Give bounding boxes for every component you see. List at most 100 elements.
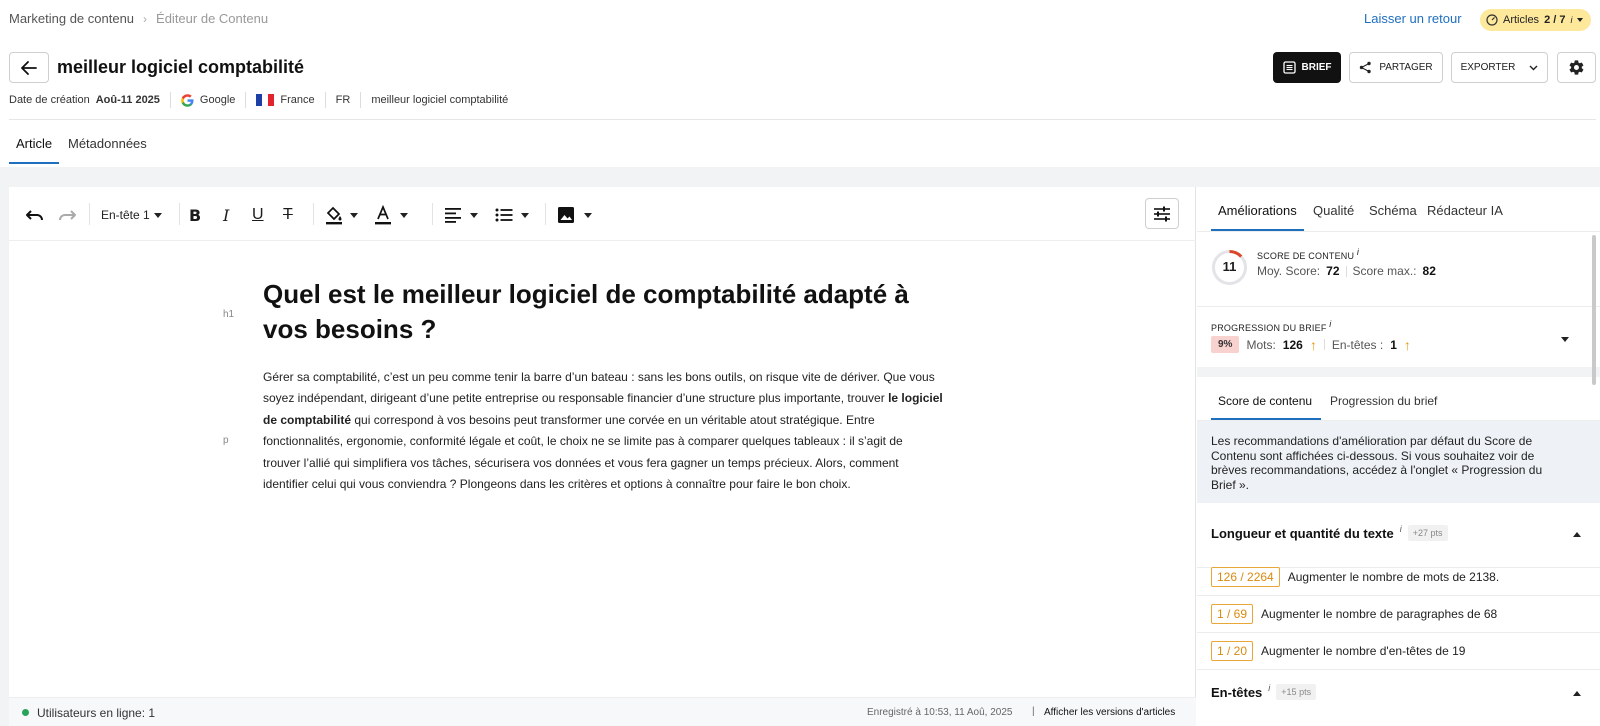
breadcrumb-editor: Éditeur de Contenu — [156, 11, 269, 26]
info-icon[interactable]: i — [1268, 683, 1270, 693]
header-divider — [9, 119, 1596, 120]
toolbar-divider — [313, 203, 314, 225]
article-paragraph[interactable]: Gérer sa comptabilité, c’est un peu comm… — [263, 367, 943, 495]
redo-icon — [59, 210, 76, 221]
strikethrough-icon: T — [283, 206, 293, 223]
country-label: France — [280, 94, 315, 106]
redo-button[interactable] — [57, 204, 77, 226]
bold-button[interactable]: B — [189, 204, 201, 226]
image-icon — [558, 207, 574, 223]
recommendation-text: Augmenter le nombre de mots de 2138. — [1287, 570, 1500, 584]
caret-down-icon — [584, 212, 592, 218]
tab-divider — [1197, 231, 1600, 232]
info-icon[interactable]: i — [1357, 247, 1359, 257]
panel-scrollbar[interactable] — [1592, 235, 1596, 385]
recommendation-text: Augmenter le nombre d'en-têtes de 19 — [1261, 644, 1466, 658]
brief-progress-title-text: PROGRESSION DU BRIEF — [1211, 323, 1327, 333]
settings-button[interactable] — [1557, 52, 1596, 83]
align-button[interactable] — [444, 204, 478, 226]
paragraph-text: qui correspond à vos besoins peut transf… — [263, 412, 903, 492]
max-score-label: Score max.: — [1352, 264, 1417, 278]
editor-settings-button[interactable] — [1145, 198, 1179, 229]
stat-divider — [1323, 339, 1325, 350]
brief-progress-stats: 9% Mots: 126 ↑ En-têtes : 1 ↑ — [1211, 336, 1411, 353]
brief-label: BRIEF — [1301, 62, 1332, 73]
score-stats: Moy. Score: 72 Score max.: 82 — [1257, 264, 1436, 278]
page-title: meilleur logiciel comptabilité — [57, 57, 305, 77]
recommendation-row: 126 / 2264 Augmenter le nombre de mots d… — [1197, 559, 1600, 596]
breadcrumb-marketing[interactable]: Marketing de contenu — [9, 11, 134, 26]
recommendation-badge: 126 / 2264 — [1211, 567, 1280, 587]
tab-article[interactable]: Article — [16, 136, 52, 151]
info-icon[interactable]: i — [1400, 524, 1402, 534]
caret-down-icon — [153, 212, 162, 218]
toolbar-divider — [545, 203, 546, 225]
avg-score-value: 72 — [1326, 264, 1340, 278]
status-separator: | — [1032, 706, 1035, 717]
length-section-header[interactable]: Longueur et quantité du texte i +27 pts — [1211, 524, 1448, 541]
tab-quality[interactable]: Qualité — [1313, 203, 1354, 218]
article-meta: Date de création Aoû-11 2025 Google Fran… — [9, 92, 518, 108]
brief-progress-badge: 9% — [1211, 336, 1240, 353]
heading-select-value: En-tête 1 — [101, 208, 150, 222]
brief-expand-caret-icon[interactable] — [1561, 337, 1569, 342]
strikethrough-button[interactable]: T — [283, 204, 293, 226]
bullet-list-icon — [495, 208, 513, 222]
headings-value: 1 — [1390, 337, 1397, 352]
text-color-button[interactable] — [373, 204, 408, 226]
articles-quota-badge[interactable]: Articles 2 / 7 i — [1480, 9, 1592, 31]
italic-button[interactable]: I — [223, 204, 229, 226]
workspace-background — [0, 167, 1600, 187]
collapse-caret-icon[interactable] — [1573, 691, 1581, 696]
tab-improvements[interactable]: Améliorations — [1218, 203, 1297, 218]
insert-image-button[interactable] — [557, 204, 592, 226]
heading-select[interactable]: En-tête 1 — [101, 204, 162, 226]
engine-label: Google — [199, 94, 236, 106]
online-users-label: Utilisateurs en ligne: 1 — [37, 706, 156, 720]
toolbar-divider — [432, 203, 433, 225]
recommendation-badge: 1 / 69 — [1211, 604, 1254, 624]
words-value: 126 — [1282, 337, 1303, 352]
recommendation-text: Augmenter le nombre de paragraphes de 68 — [1261, 607, 1498, 621]
back-button[interactable] — [9, 52, 49, 83]
feedback-link[interactable]: Laisser un retour — [1364, 11, 1462, 26]
subtab-content-score[interactable]: Score de contenu — [1218, 394, 1312, 408]
gear-icon — [1569, 60, 1584, 75]
arrow-left-icon — [21, 60, 37, 75]
points-badge: +27 pts — [1407, 525, 1448, 541]
recommendations-info-box: Les recommandations d'amélioration par d… — [1197, 421, 1600, 503]
subtab-brief-progress[interactable]: Progression du brief — [1330, 394, 1437, 408]
tab-schema[interactable]: Schéma — [1369, 203, 1417, 218]
export-label: EXPORTER — [1460, 62, 1516, 73]
tab-metadata[interactable]: Métadonnées — [68, 136, 147, 151]
info-icon: i — [1570, 15, 1573, 25]
underline-button[interactable]: U — [252, 204, 264, 226]
paragraph-text: Gérer sa comptabilité, c’est un peu comm… — [263, 370, 935, 406]
export-button[interactable]: EXPORTER — [1451, 52, 1548, 83]
toolbar-divider — [179, 203, 180, 225]
creation-date-value: Aoû-11 2025 — [95, 94, 160, 106]
breadcrumb: Marketing de contenu › Éditeur de Conten… — [9, 11, 268, 26]
article-versions-link[interactable]: Afficher les versions d'articles — [1044, 707, 1175, 718]
tab-ai-writer[interactable]: Rédacteur IA — [1427, 203, 1503, 218]
headings-section-header[interactable]: En-têtes i +15 pts — [1211, 683, 1317, 700]
france-flag-icon — [256, 94, 275, 106]
list-button[interactable] — [495, 204, 529, 226]
stat-divider — [1345, 265, 1347, 277]
article-heading[interactable]: Quel est le meilleur logiciel de comptab… — [263, 277, 953, 347]
undo-button[interactable] — [25, 204, 45, 226]
share-button[interactable]: PARTAGER — [1349, 52, 1443, 83]
quota-label: Articles — [1503, 14, 1540, 26]
creation-date: Date de création Aoû-11 2025 — [9, 92, 170, 108]
highlight-color-button[interactable] — [324, 204, 358, 226]
creation-date-label: Date de création — [9, 94, 90, 106]
info-icon[interactable]: i — [1329, 319, 1331, 329]
collapse-caret-icon[interactable] — [1573, 532, 1581, 537]
editor-toolbar: En-tête 1 B I U T — [9, 187, 1196, 241]
active-tab-indicator — [9, 162, 59, 164]
brief-button[interactable]: BRIEF — [1273, 52, 1341, 83]
optimization-panel: Améliorations Qualité Schéma Rédacteur I… — [1197, 187, 1600, 726]
block-tag-p: p — [223, 435, 229, 446]
recommendation-row: 1 / 69 Augmenter le nombre de paragraphe… — [1197, 596, 1600, 633]
caret-down-icon — [470, 212, 478, 218]
